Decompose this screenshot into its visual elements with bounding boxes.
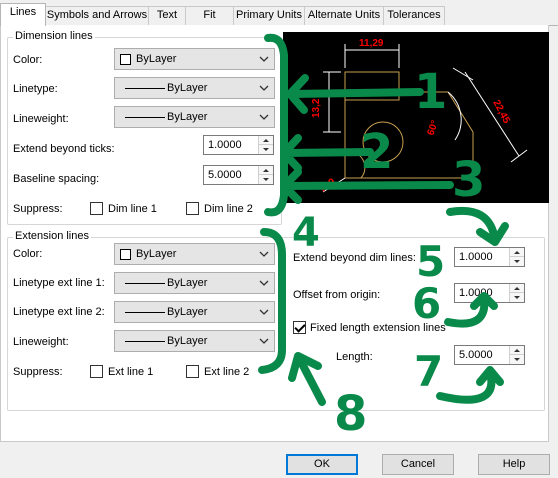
length-value: 5.0000 (459, 349, 493, 361)
tab-fit[interactable]: Fit (185, 6, 234, 25)
chevron-down-icon (259, 338, 269, 344)
chevron-down-icon (259, 309, 269, 315)
tab-alternate-units[interactable]: Alternate Units (304, 6, 384, 25)
length-label: Length: (336, 351, 373, 363)
length-spinner[interactable]: 5.0000 (454, 345, 525, 365)
baseline-spacing-label: Baseline spacing: (13, 173, 100, 185)
preview-drawing: 11,29 13,2 22,45 60° R 9 (311, 38, 528, 194)
spin-down-button[interactable] (510, 293, 524, 302)
offset-origin-label: Offset from origin: (293, 289, 381, 301)
tab-bar: Lines Symbols and Arrows Text Fit Primar… (0, 0, 558, 26)
extend-ticks-label: Extend beyond ticks: (13, 143, 115, 155)
color-swatch (120, 249, 131, 260)
spin-down-button[interactable] (259, 175, 273, 184)
dim-text-top: 11,29 (359, 38, 384, 49)
ext-color-label: Color: (13, 248, 43, 260)
ok-button[interactable]: OK (286, 454, 358, 475)
dim-text-left: 13,2 (311, 98, 322, 118)
baseline-spacing-value: 5.0000 (208, 169, 242, 181)
ext-linetype1-value: ByLayer (167, 277, 208, 289)
dim-linetype-value: ByLayer (167, 82, 208, 94)
dim-lineweight-value: ByLayer (167, 111, 208, 123)
dim-line1-checkbox[interactable] (90, 202, 103, 215)
spin-up-button[interactable] (510, 284, 524, 293)
ext-linetype2-select[interactable]: ByLayer (114, 301, 275, 323)
ext-line2-label: Ext line 2 (204, 366, 250, 378)
tab-primary-units[interactable]: Primary Units (233, 6, 305, 25)
dimension-preview: 11,29 13,2 22,45 60° R 9 (283, 32, 549, 203)
dim-linetype-select[interactable]: ByLayer (114, 77, 275, 99)
ext-linetype2-value: ByLayer (167, 306, 208, 318)
extend-dim-spinner[interactable]: 1.0000 (454, 247, 525, 267)
dim-text-right: 22,45 (490, 98, 512, 126)
tab-symbols-and-arrows[interactable]: Symbols and Arrows (45, 6, 149, 25)
tab-tolerances[interactable]: Tolerances (383, 6, 445, 25)
cancel-button[interactable]: Cancel (382, 454, 454, 475)
ext-linetype1-label: Linetype ext line 1: (13, 277, 105, 289)
dim-color-select[interactable]: ByLayer (114, 48, 275, 70)
extend-dim-value: 1.0000 (459, 251, 493, 263)
extension-lines-title: Extension lines (13, 230, 91, 242)
ext-line1-checkbox[interactable] (90, 365, 103, 378)
spin-down-button[interactable] (510, 257, 524, 266)
tab-text[interactable]: Text (148, 6, 186, 25)
tab-lines[interactable]: Lines (0, 3, 46, 26)
ext-color-value: ByLayer (136, 248, 177, 260)
offset-origin-value: 1.0000 (459, 287, 493, 299)
chevron-down-icon (259, 85, 269, 91)
dim-linetype-label: Linetype: (13, 83, 58, 95)
dim-lineweight-select[interactable]: ByLayer (114, 106, 275, 128)
ext-linetype2-label: Linetype ext line 2: (13, 306, 105, 318)
extend-ticks-value: 1.0000 (208, 139, 242, 151)
dim-suppress-label: Suppress: (13, 203, 63, 215)
dim-color-value: ByLayer (136, 53, 177, 65)
ext-color-select[interactable]: ByLayer (114, 243, 275, 265)
ext-line1-label: Ext line 1 (108, 366, 154, 378)
dim-line1-label: Dim line 1 (108, 203, 157, 215)
fixed-length-label: Fixed length extension lines (310, 322, 446, 334)
dimension-lines-title: Dimension lines (13, 30, 95, 42)
dim-text-angle: 60° (425, 119, 441, 137)
dim-line2-checkbox[interactable] (186, 202, 199, 215)
spin-up-button[interactable] (510, 248, 524, 257)
dim-line2-label: Dim line 2 (204, 203, 253, 215)
extend-ticks-spinner[interactable]: 1.0000 (203, 135, 274, 155)
dim-text-radius: R 9 (318, 176, 337, 194)
line-sample-icon (125, 312, 165, 313)
spin-up-button[interactable] (259, 166, 273, 175)
ext-line2-checkbox[interactable] (186, 365, 199, 378)
spin-down-button[interactable] (510, 355, 524, 364)
chevron-down-icon (259, 114, 269, 120)
line-sample-icon (125, 117, 165, 118)
fixed-length-checkbox[interactable] (293, 321, 306, 334)
ext-lineweight-value: ByLayer (167, 335, 208, 347)
chevron-down-icon (259, 280, 269, 286)
spin-down-button[interactable] (259, 145, 273, 154)
spin-up-button[interactable] (510, 346, 524, 355)
line-sample-icon (125, 341, 165, 342)
line-sample-icon (125, 283, 165, 284)
spin-up-button[interactable] (259, 136, 273, 145)
ext-linetype1-select[interactable]: ByLayer (114, 272, 275, 294)
extend-dim-label: Extend beyond dim lines: (293, 252, 416, 264)
chevron-down-icon (259, 251, 269, 257)
baseline-spacing-spinner[interactable]: 5.0000 (203, 165, 274, 185)
chevron-down-icon (259, 56, 269, 62)
help-button[interactable]: Help (478, 454, 550, 475)
color-swatch (120, 54, 131, 65)
ext-lineweight-label: Lineweight: (13, 336, 69, 348)
offset-origin-spinner[interactable]: 1.0000 (454, 283, 525, 303)
dim-lineweight-label: Lineweight: (13, 113, 69, 125)
line-sample-icon (125, 88, 165, 89)
dim-color-label: Color: (13, 54, 43, 66)
ext-suppress-label: Suppress: (13, 366, 63, 378)
ext-lineweight-select[interactable]: ByLayer (114, 330, 275, 352)
